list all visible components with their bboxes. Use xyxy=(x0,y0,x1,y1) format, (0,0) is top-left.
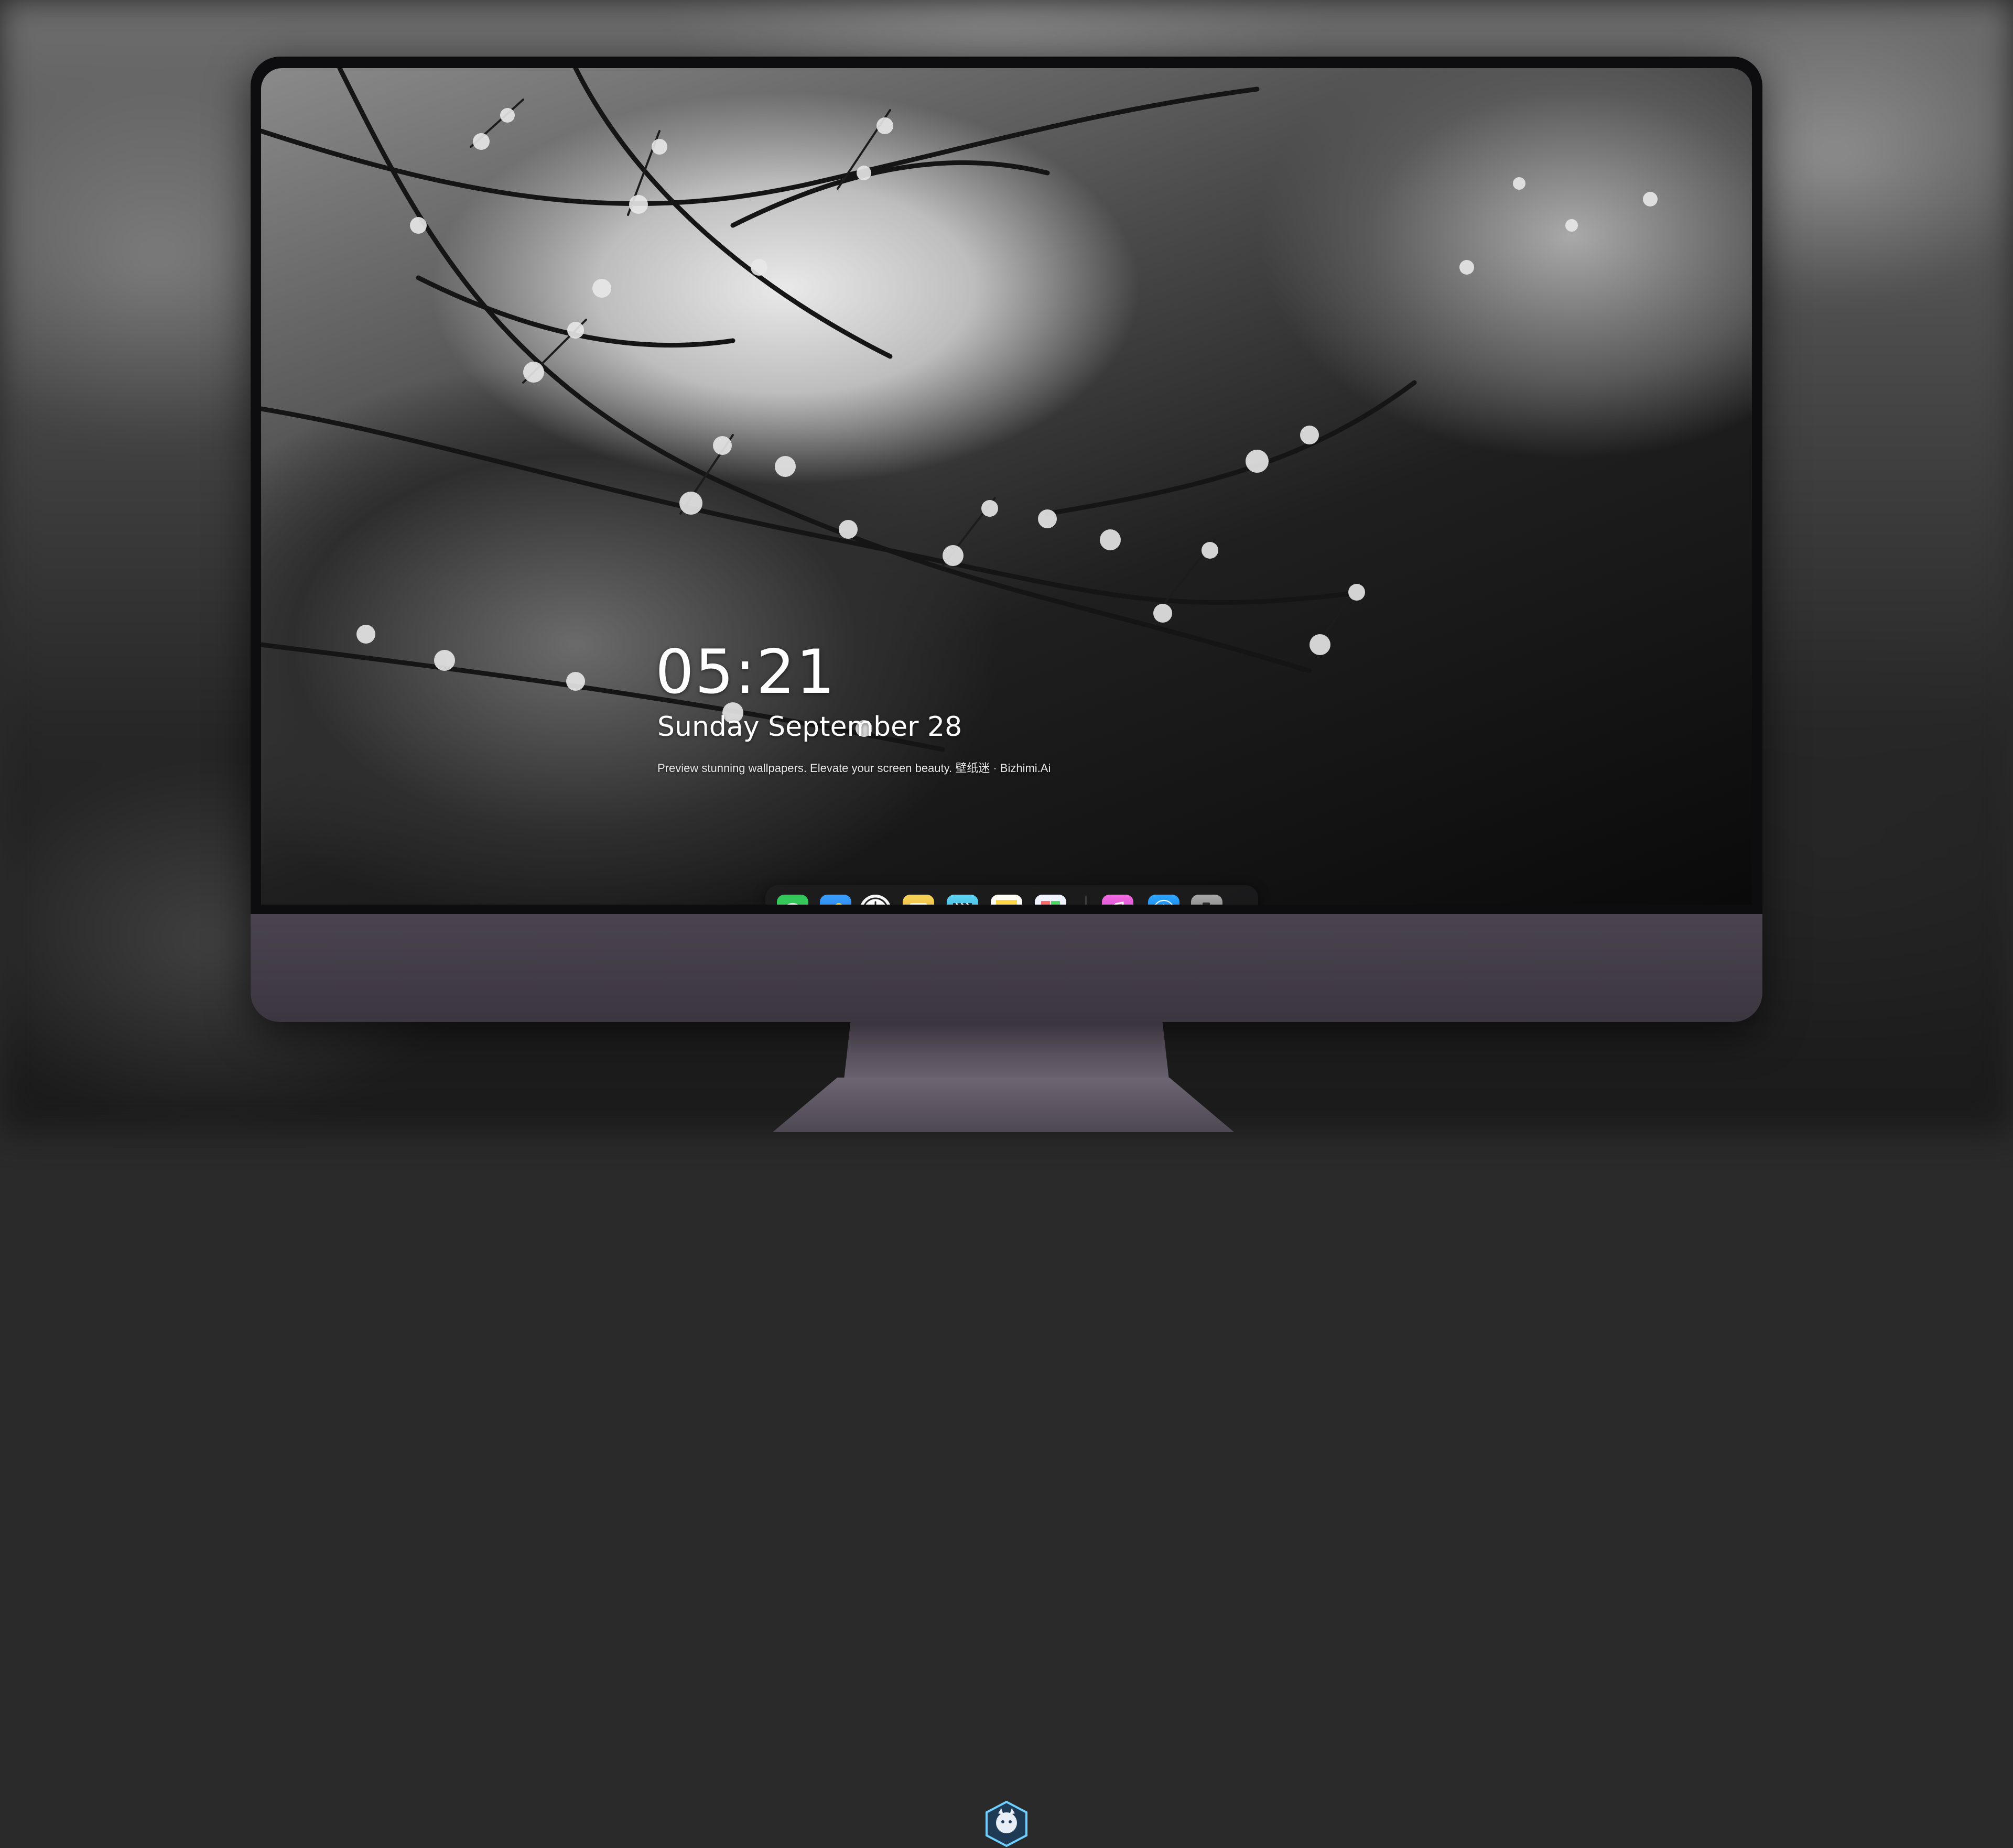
preview-icon[interactable] xyxy=(903,895,934,905)
music-icon[interactable] xyxy=(1102,895,1133,905)
app-store-icon[interactable] xyxy=(1148,895,1179,905)
monitor-chin xyxy=(251,914,1762,1847)
wallpaper-tagline: Preview stunning wallpapers. Elevate you… xyxy=(657,762,1051,775)
monitor-stand-neck xyxy=(844,1022,1169,1080)
wallpaper xyxy=(261,68,1658,752)
desktop-screen: 05:21 Sunday September 28 Preview stunni… xyxy=(261,68,1752,905)
photo-booth-icon[interactable] xyxy=(1035,895,1066,905)
lock-date: Sunday September 28 xyxy=(657,711,962,743)
clapperboard-icon[interactable] xyxy=(947,895,978,905)
lock-clock: 05:21 xyxy=(655,637,836,708)
monitor: 05:21 Sunday September 28 Preview stunni… xyxy=(251,57,1762,1847)
notes-icon[interactable] xyxy=(991,895,1022,905)
dock xyxy=(765,885,1258,905)
dock-separator xyxy=(1085,896,1087,905)
camera-icon[interactable] xyxy=(1191,895,1222,905)
messages-icon[interactable] xyxy=(777,895,808,905)
monitor-stand-base xyxy=(773,1078,1234,1132)
brand-logo xyxy=(986,1800,1027,1847)
clock-icon[interactable] xyxy=(860,895,891,905)
weather-icon[interactable] xyxy=(820,895,851,905)
